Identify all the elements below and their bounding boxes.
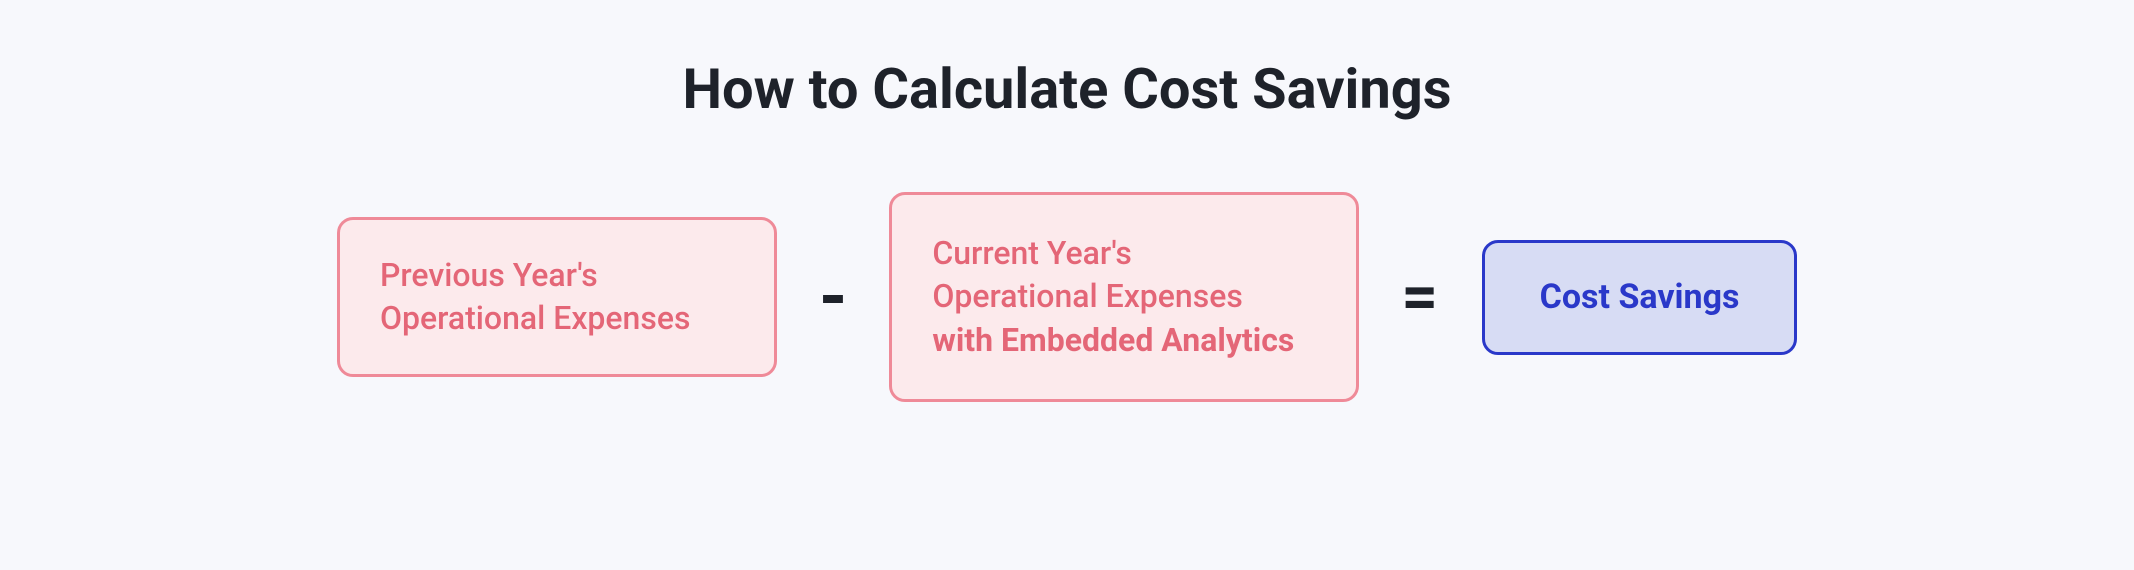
- previous-year-box: Previous Year's Operational Expenses: [337, 217, 777, 377]
- box1-line1: Previous Year's: [380, 254, 734, 297]
- page-title: How to Calculate Cost Savings: [682, 56, 1451, 122]
- box3-label: Cost Savings: [1540, 277, 1740, 317]
- box1-line2: Operational Expenses: [380, 297, 734, 340]
- current-year-box: Current Year's Operational Expenses with…: [889, 192, 1359, 402]
- formula-row: Previous Year's Operational Expenses - C…: [337, 192, 1797, 402]
- minus-operator: -: [819, 261, 847, 333]
- box2-line2: Operational Expenses: [932, 275, 1316, 318]
- equals-operator: =: [1401, 265, 1440, 329]
- box2-line3: with Embedded Analytics: [932, 319, 1316, 362]
- cost-savings-box: Cost Savings: [1482, 240, 1797, 355]
- box2-line1: Current Year's: [932, 232, 1316, 275]
